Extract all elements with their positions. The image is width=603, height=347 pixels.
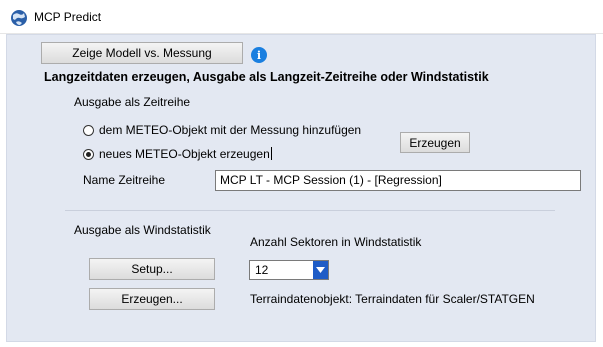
sectors-value: 12 bbox=[255, 263, 269, 277]
windstat-heading: Ausgabe als Windstatistik bbox=[74, 223, 211, 237]
sectors-select[interactable]: 12 bbox=[249, 260, 329, 280]
focus-caret bbox=[270, 147, 272, 160]
setup-button[interactable]: Setup... bbox=[89, 258, 215, 280]
radio-add-to-meteo[interactable]: dem METEO-Objekt mit der Messung hinzufü… bbox=[83, 123, 361, 137]
terrain-label: Terraindatenobjekt: Terraindaten für Sca… bbox=[250, 292, 535, 306]
radio-new-label: neues METEO-Objekt erzeugen bbox=[99, 147, 270, 161]
generate-timeseries-button[interactable]: Erzeugen bbox=[400, 132, 470, 153]
mcp-predict-panel: Zeige Modell vs. Messung i Langzeitdaten… bbox=[6, 34, 596, 342]
globe-app-icon bbox=[11, 10, 27, 26]
section-divider bbox=[65, 210, 555, 211]
info-icon[interactable]: i bbox=[251, 47, 267, 63]
chevron-down-icon[interactable] bbox=[313, 261, 328, 279]
timeseries-name-input[interactable]: MCP LT - MCP Session (1) - [Regression] bbox=[215, 170, 581, 191]
window-title: MCP Predict bbox=[34, 10, 102, 24]
radio-add-label: dem METEO-Objekt mit der Messung hinzufü… bbox=[99, 123, 362, 137]
name-timeseries-label: Name Zeitreihe bbox=[83, 173, 166, 187]
radio-new-meteo[interactable]: neues METEO-Objekt erzeugen bbox=[83, 147, 272, 161]
radio-button-selected[interactable] bbox=[83, 148, 94, 160]
generate-windstat-button[interactable]: Erzeugen... bbox=[89, 288, 215, 310]
radio-button[interactable] bbox=[83, 124, 94, 136]
show-model-vs-measurement-button[interactable]: Zeige Modell vs. Messung bbox=[41, 42, 243, 64]
sectors-label: Anzahl Sektoren in Windstatistik bbox=[250, 235, 422, 249]
title-bar: MCP Predict bbox=[0, 0, 603, 34]
timeseries-heading: Ausgabe als Zeitreihe bbox=[74, 95, 191, 109]
section-heading: Langzeitdaten erzeugen, Ausgabe als Lang… bbox=[44, 70, 489, 84]
